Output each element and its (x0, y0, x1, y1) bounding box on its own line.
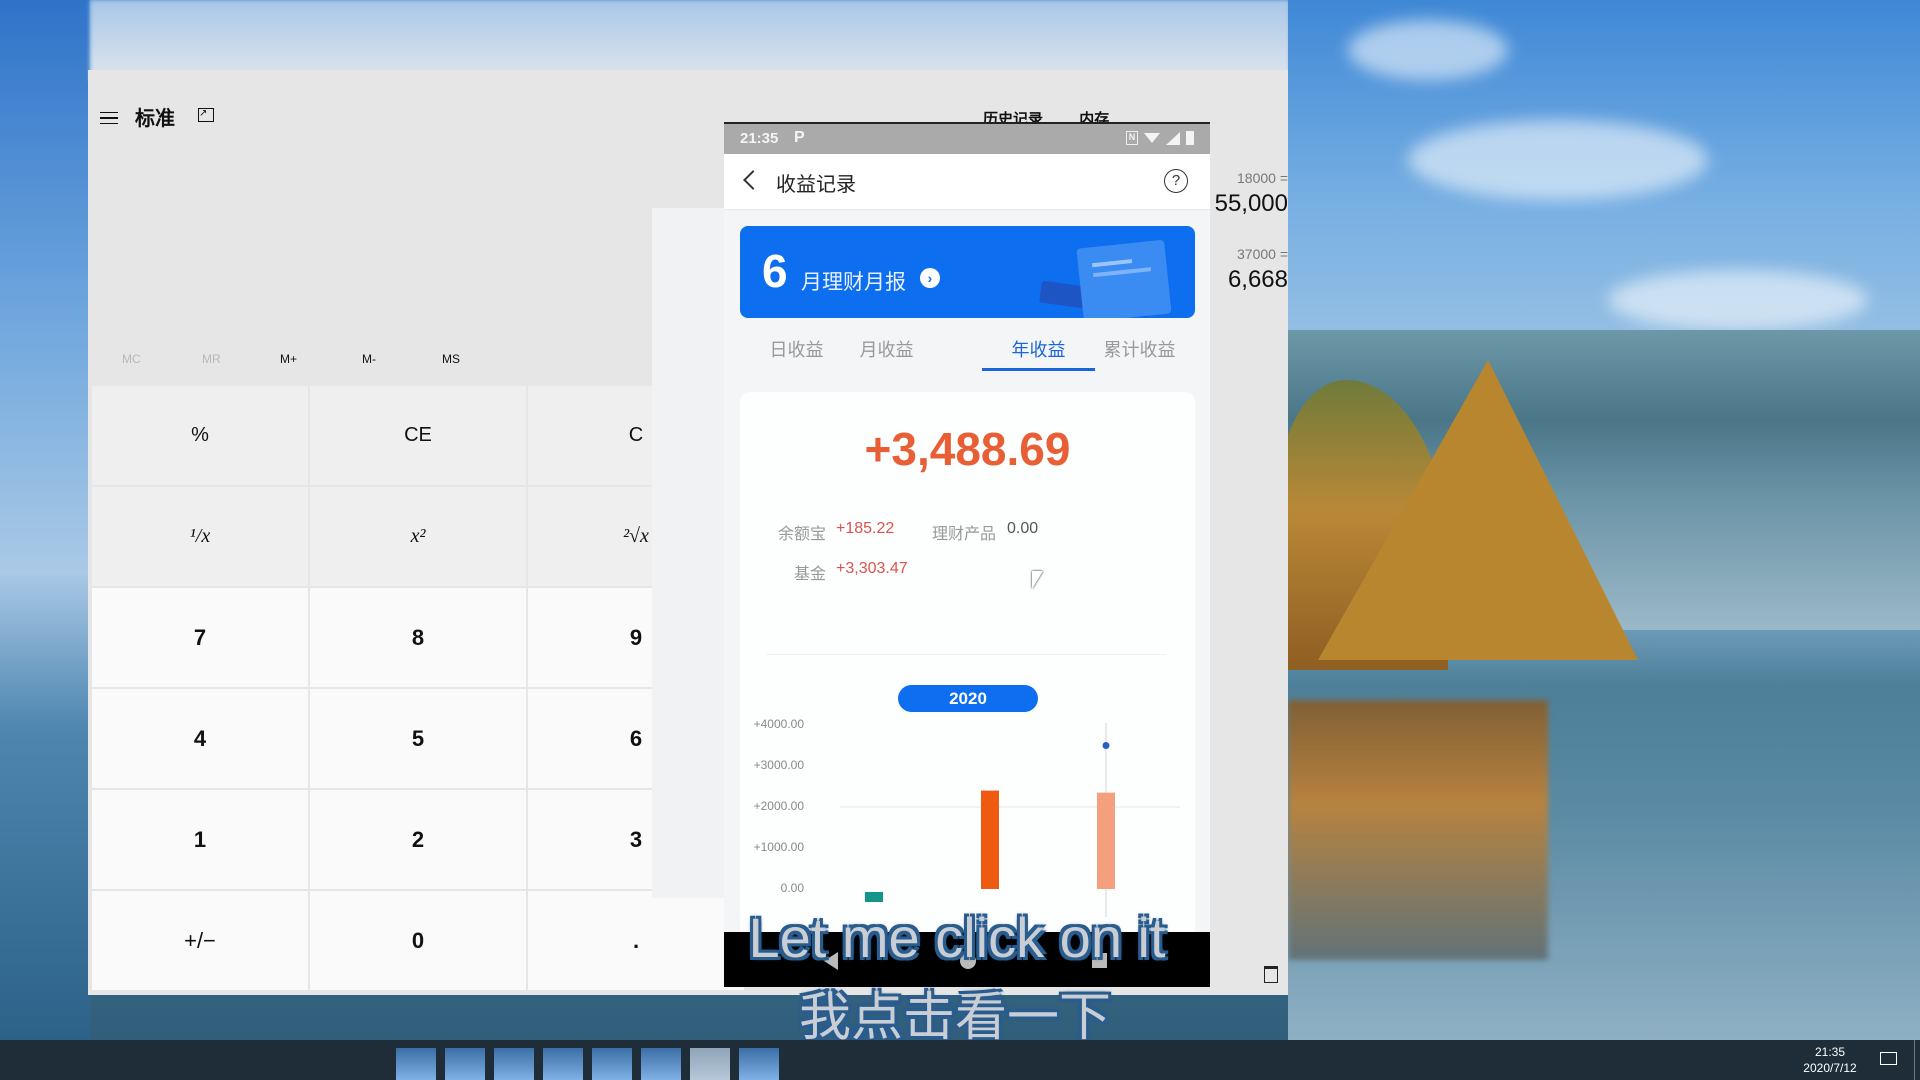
app-header: 收益记录 ? (724, 154, 1210, 210)
breakdown-value: +185.22 (836, 520, 895, 537)
chart-bar-1[interactable] (865, 892, 883, 902)
background-panel (652, 208, 732, 898)
breakdown-label: 理财产品 (931, 526, 996, 543)
square-root-label: ²√x (623, 525, 649, 547)
taskbar-app-icon[interactable] (592, 1048, 632, 1080)
system-clock[interactable]: 21:35 2020/7/12 (1795, 1044, 1865, 1076)
taskbar-app-icon[interactable] (543, 1048, 583, 1080)
taskbar-app-icon[interactable] (396, 1048, 436, 1080)
percent-button[interactable]: % (92, 386, 308, 485)
breakdown-label: 余额宝 (777, 526, 826, 543)
monthly-report-banner[interactable]: 6 月理财月报 › (740, 226, 1195, 318)
active-tab-indicator (982, 368, 1095, 371)
notification-icon: P (794, 129, 805, 146)
status-time: 21:35 (740, 130, 779, 147)
desktop-wallpaper-left (0, 0, 90, 1040)
signal-icon (1166, 131, 1180, 145)
taskbar-app-icon[interactable] (445, 1048, 485, 1080)
history-result: 6,668 (1227, 266, 1288, 293)
digit-2-button[interactable]: 2 (310, 790, 526, 889)
help-icon[interactable]: ? (1164, 169, 1188, 193)
clear-entry-button[interactable]: CE (310, 386, 526, 485)
year-selector[interactable]: 2020 (898, 685, 1038, 712)
memory-add-button[interactable]: M+ (280, 352, 297, 366)
digit-8-button[interactable]: 8 (310, 588, 526, 687)
desktop-wallpaper-top (90, 0, 1290, 80)
banner-label: 月理财月报 (801, 271, 906, 294)
tab-yearly[interactable]: 年收益 (982, 336, 1095, 362)
taskbar-app-icon[interactable] (494, 1048, 534, 1080)
phone-screen: 21:35 P N 收益记录 ? 6 月理财月报 › 日收益 月收益 年收益 累… (724, 122, 1210, 987)
history-result: 55,000 (1214, 190, 1288, 217)
divider (766, 654, 1166, 655)
digit-7-button[interactable]: 7 (92, 588, 308, 687)
memory-subtract-button[interactable]: M- (362, 352, 376, 366)
back-icon[interactable] (743, 170, 763, 190)
status-bar: 21:35 P N (724, 124, 1210, 154)
taskbar-app-icon[interactable] (739, 1048, 779, 1080)
square-button[interactable]: x² (310, 487, 526, 586)
yearly-earnings-chart: +4000.00 +3000.00 +2000.00 +1000.00 0.00 (740, 717, 1195, 917)
wifi-icon (1144, 133, 1160, 143)
chevron-right-icon: › (920, 268, 940, 288)
breakdown-label: 基金 (793, 566, 826, 583)
breakdown-value: 0.00 (1007, 520, 1039, 537)
memory-recall-button[interactable]: MR (202, 352, 221, 366)
chart-plot (840, 723, 1180, 917)
digit-1-button[interactable]: 1 (92, 790, 308, 889)
notification-center-icon[interactable] (1880, 1052, 1897, 1065)
clock-time: 21:35 (1814, 1045, 1846, 1059)
digit-4-button[interactable]: 4 (92, 689, 308, 788)
taskbar-app-icon[interactable] (690, 1048, 730, 1080)
chart-bar-2[interactable] (981, 790, 999, 889)
keep-on-top-icon[interactable]: ↗ (198, 108, 214, 122)
rock-peak (1318, 360, 1638, 660)
clock-date: 2020/7/12 (1803, 1061, 1857, 1075)
banner-illustration-card (1076, 239, 1172, 318)
total-earnings: +3,488.69 (864, 423, 1071, 475)
menu-icon[interactable] (100, 112, 118, 124)
taskbar: 21:35 2020/7/12 (0, 1040, 1920, 1080)
memory-row: MC MR M+ M- MS (88, 340, 648, 380)
subtitle-english: Let me click on it (748, 906, 1166, 969)
memory-clear-button[interactable]: MC (122, 352, 141, 366)
digit-5-button[interactable]: 5 (310, 689, 526, 788)
breakdown-value: +3,303.47 (836, 560, 908, 577)
history-item[interactable]: 37000 = 6,668 (1198, 246, 1288, 294)
tab-monthly[interactable]: 月收益 (830, 336, 943, 362)
tab-cumulative[interactable]: 累计收益 (1083, 336, 1196, 362)
memory-store-button[interactable]: MS (442, 352, 460, 366)
earnings-card: +3,488.69 余额宝 +185.22 理财产品 0.00 基金 +3,30… (740, 392, 1195, 987)
show-desktop-button[interactable] (1914, 1040, 1915, 1080)
calculator-mode-title: 标准 (135, 108, 175, 130)
desktop-wallpaper (1288, 0, 1920, 1040)
chart-highlight-point (1102, 742, 1110, 749)
history-list: 18000 = 55,000 37000 = 6,668 (1198, 160, 1288, 294)
history-item[interactable]: 18000 = 55,000 (1198, 170, 1288, 218)
earnings-tabs: 日收益 月收益 年收益 累计收益 (740, 332, 1195, 372)
banner-month: 6 (762, 245, 788, 297)
subtitle-chinese: 我点击看一下 (798, 989, 1111, 1047)
nfc-icon: N (1126, 131, 1138, 145)
taskbar-app-icon[interactable] (641, 1048, 681, 1080)
battery-icon (1186, 131, 1194, 145)
reciprocal-button[interactable]: ¹/x (92, 487, 308, 586)
page-title: 收益记录 (776, 174, 856, 196)
history-expression: 37000 = (1237, 246, 1288, 262)
chart-bar-3[interactable] (1097, 792, 1115, 889)
reciprocal-label: ¹/x (189, 525, 211, 547)
square-label: x² (410, 525, 426, 547)
mouse-cursor (1032, 571, 1043, 589)
history-expression: 18000 = (1237, 170, 1288, 186)
